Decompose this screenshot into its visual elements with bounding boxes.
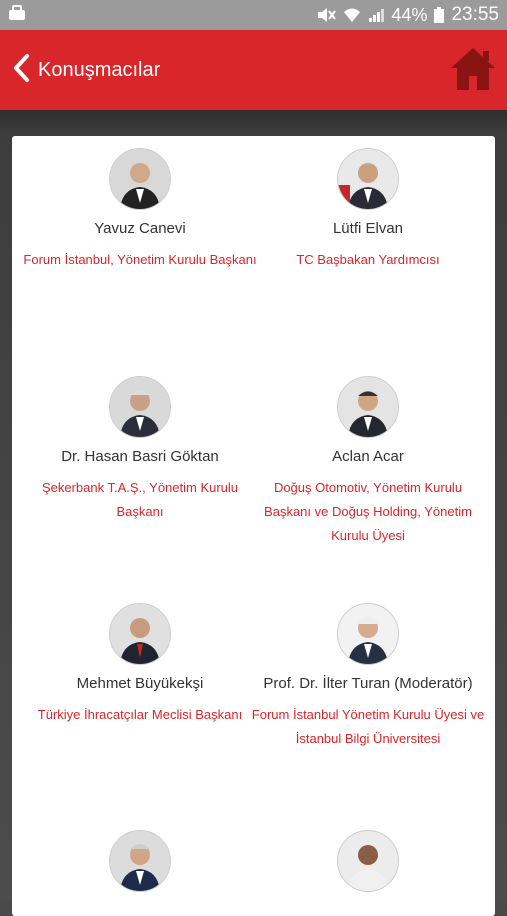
avatar: [337, 376, 399, 438]
back-button[interactable]: Konuşmacılar: [12, 53, 160, 88]
speaker-card[interactable]: Mehmet Büyükekşi Türkiye İhracatçılar Me…: [22, 603, 258, 727]
wifi-icon: [343, 7, 361, 23]
android-notification-icon: [8, 4, 26, 26]
speaker-name: Dr. Hasan Basri Göktan: [61, 448, 219, 465]
status-bar: 44% 23:55: [0, 0, 507, 30]
avatar: [337, 603, 399, 665]
speaker-title: Şekerbank T.A.Ş., Yönetim Kurulu Başkanı: [41, 480, 239, 519]
speaker-card[interactable]: [250, 830, 486, 900]
speaker-name: Prof. Dr. İlter Turan (Moderatör): [263, 675, 473, 692]
speaker-title: Türkiye İhracatçılar Meclisi Başkanı: [37, 707, 243, 722]
chevron-left-icon: [12, 53, 32, 88]
signal-icon: [368, 7, 385, 23]
avatar: [337, 148, 399, 210]
speaker-title: Forum İstanbul, Yönetim Kurulu Başkanı: [23, 252, 257, 267]
speaker-name: Aclan Acar: [332, 448, 404, 465]
avatar: [109, 830, 171, 892]
app-bar: Konuşmacılar: [0, 30, 507, 110]
avatar: [109, 603, 171, 665]
battery-icon: [434, 7, 445, 23]
speaker-card[interactable]: [22, 830, 258, 900]
avatar: [337, 830, 399, 892]
speaker-title: TC Başbakan Yardımcısı: [296, 252, 440, 267]
speaker-name: Mehmet Büyükekşi: [76, 675, 204, 692]
speaker-card[interactable]: Lütfi Elvan TC Başbakan Yardımcısı: [250, 148, 486, 272]
speaker-name: Yavuz Canevi: [94, 220, 186, 237]
clock: 23:55: [451, 4, 499, 25]
page-title: Konuşmacılar: [38, 58, 161, 81]
speakers-card: Yavuz Canevi Forum İstanbul, Yönetim Kur…: [12, 136, 495, 916]
speaker-title: Doğuş Otomotiv, Yönetim Kurulu Başkanı v…: [264, 480, 472, 543]
battery-percent: 44%: [391, 4, 428, 25]
avatar: [109, 148, 171, 210]
speaker-card[interactable]: Prof. Dr. İlter Turan (Moderatör) Forum …: [250, 603, 486, 751]
home-icon[interactable]: [449, 46, 497, 97]
speaker-title: Forum İstanbul Yönetim Kurulu Üyesi ve İ…: [251, 707, 485, 746]
avatar: [109, 376, 171, 438]
speaker-card[interactable]: Dr. Hasan Basri Göktan Şekerbank T.A.Ş.,…: [22, 376, 258, 524]
mute-icon: [316, 7, 337, 23]
speaker-card[interactable]: Aclan Acar Doğuş Otomotiv, Yönetim Kurul…: [250, 376, 486, 548]
speaker-card[interactable]: Yavuz Canevi Forum İstanbul, Yönetim Kur…: [22, 148, 258, 272]
speaker-name: Lütfi Elvan: [332, 220, 404, 237]
